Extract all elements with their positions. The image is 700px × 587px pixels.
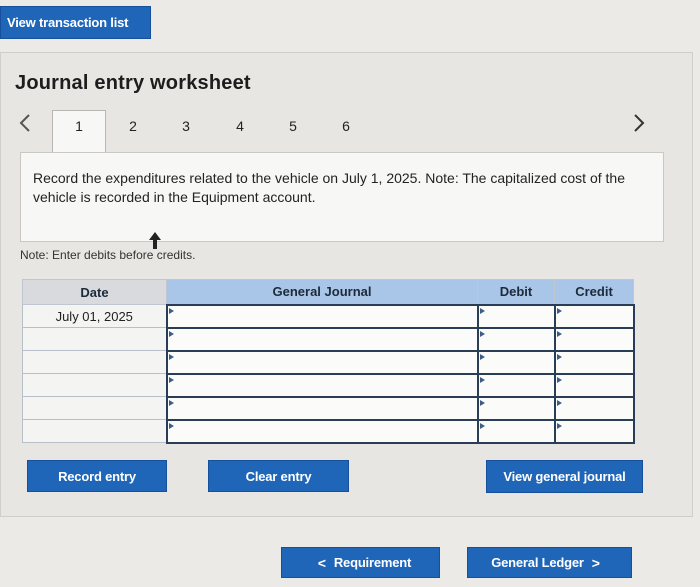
header-credit: Credit [554,279,634,305]
chevron-left-icon: < [317,554,326,571]
view-general-journal-button[interactable]: View general journal [486,460,643,493]
record-entry-button[interactable]: Record entry [27,460,167,492]
account-input[interactable] [165,326,479,352]
tab-6[interactable]: 6 [334,118,358,134]
journal-table: Date General Journal Debit Credit July 0… [22,279,635,444]
view-transaction-list-button[interactable]: View transaction list [0,6,151,39]
header-debit: Debit [477,279,555,305]
requirement-label: Requirement [333,555,412,570]
tab-4[interactable]: 4 [228,118,252,134]
debit-input[interactable] [476,349,556,375]
clear-entry-button[interactable]: Clear entry [208,460,349,492]
table-header-row: Date General Journal Debit Credit [22,279,634,305]
general-ledger-label: General Ledger [491,555,584,570]
account-input[interactable] [165,303,479,329]
date-cell [22,327,167,351]
account-input[interactable] [165,418,479,444]
debit-input[interactable] [476,326,556,352]
credit-input[interactable] [553,303,635,329]
chevron-left-icon[interactable] [18,112,32,140]
header-general-journal: General Journal [166,279,478,305]
tab-5[interactable]: 5 [281,118,305,134]
credit-input[interactable] [553,349,635,375]
date-cell [22,373,167,397]
tab-2[interactable]: 2 [121,118,145,134]
header-date: Date [22,279,167,305]
date-cell [22,350,167,374]
worksheet-title: Journal entry worksheet [15,72,251,94]
credit-input[interactable] [553,395,635,421]
mouse-cursor-icon [149,232,161,249]
date-cell: July 01, 2025 [22,304,167,328]
instruction-text: Record the expenditures related to the v… [33,170,625,205]
tab-3[interactable]: 3 [174,118,198,134]
chevron-right-icon[interactable] [632,112,646,140]
table-row [22,372,635,398]
table-row [22,326,635,352]
account-input[interactable] [165,395,479,421]
debit-input[interactable] [476,395,556,421]
account-input[interactable] [165,349,479,375]
general-ledger-button[interactable]: General Ledger > [467,547,632,578]
account-input[interactable] [165,372,479,398]
note-text: Note: Enter debits before credits. [20,248,196,262]
instruction-box: Record the expenditures related to the v… [20,152,664,242]
debit-input[interactable] [476,372,556,398]
table-row: July 01, 2025 [22,303,635,329]
debit-input[interactable] [476,303,556,329]
date-cell [22,396,167,420]
table-row [22,418,635,444]
date-cell [22,419,167,443]
tab-1[interactable]: 1 [67,118,91,134]
debit-input[interactable] [476,418,556,444]
credit-input[interactable] [553,418,635,444]
credit-input[interactable] [553,372,635,398]
requirement-button[interactable]: < Requirement [281,547,440,578]
table-row [22,349,635,375]
credit-input[interactable] [553,326,635,352]
table-row [22,395,635,421]
chevron-right-icon: > [591,554,600,571]
